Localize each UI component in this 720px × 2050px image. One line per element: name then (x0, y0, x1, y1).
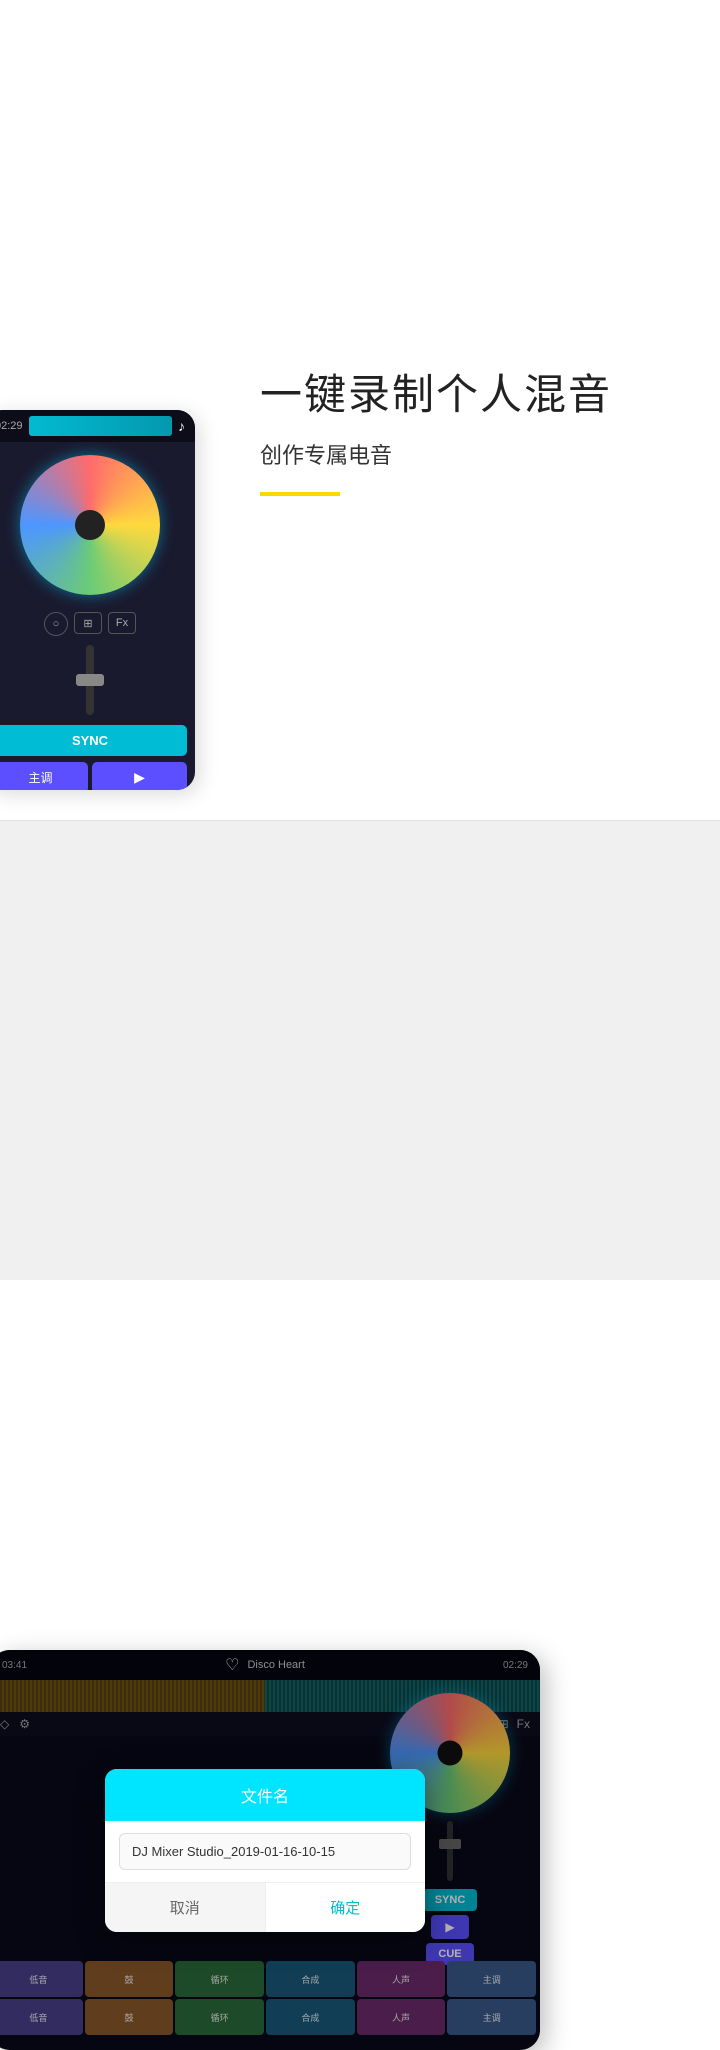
tablet-bottom: 03:41 ♡ Disco Heart 02:29 ◇ ⚙ ○ ⊞ Fx (0, 1650, 540, 2050)
sync-button[interactable]: SYNC (0, 725, 187, 756)
loop-btn[interactable]: ○ (44, 612, 68, 636)
tablet-top: 02:29 ♪ ○ ⊞ Fx (0, 410, 195, 790)
section-separator (0, 820, 720, 821)
play-row: 主调 ▶ (0, 759, 195, 790)
vinyl-disc (20, 455, 160, 595)
dialog-box: 文件名 取消 确定 (105, 1769, 425, 1932)
tablet-header: 02:29 ♪ (0, 410, 195, 442)
dialog-input-area (105, 1821, 425, 1882)
fader-track (86, 645, 94, 715)
vinyl-disc-area (15, 450, 165, 600)
tablet-top-inner: 02:29 ♪ ○ ⊞ Fx (0, 410, 195, 790)
dialog-title: 文件名 (241, 1789, 289, 1806)
tablet-waveform (29, 416, 172, 436)
top-section: 一键录制个人混音 创作专属电音 02:29 ♪ ○ ⊞ Fx (0, 0, 720, 820)
dialog-overlay: 文件名 取消 确定 (0, 1650, 540, 2050)
tablet-bottom-inner: 03:41 ♡ Disco Heart 02:29 ◇ ⚙ ○ ⊞ Fx (0, 1650, 540, 2050)
bottom-section: 03:41 ♡ Disco Heart 02:29 ◇ ⚙ ○ ⊞ Fx (0, 820, 720, 1280)
fx-btn[interactable]: Fx (108, 612, 136, 634)
heading-area: 一键录制个人混音 创作专属电音 (260, 370, 710, 496)
sub-title: 创作专属电音 (260, 438, 710, 470)
eq-btn[interactable]: ⊞ (74, 612, 102, 634)
vinyl-center (75, 510, 105, 540)
small-controls-row: ○ ⊞ Fx (0, 608, 195, 640)
dialog-title-bar: 文件名 (105, 1769, 425, 1821)
zhudiao1-button[interactable]: 主调 (0, 762, 88, 790)
fader-area (0, 640, 195, 720)
sync-row: SYNC (0, 722, 195, 759)
dialog-cancel-button[interactable]: 取消 (105, 1883, 266, 1932)
note-icon: ♪ (178, 418, 185, 434)
play-button[interactable]: ▶ (92, 762, 187, 790)
fader-handle[interactable] (76, 674, 104, 686)
dialog-confirm-button[interactable]: 确定 (266, 1883, 426, 1932)
dialog-buttons: 取消 确定 (105, 1882, 425, 1932)
main-title: 一键录制个人混音 (260, 370, 710, 420)
yellow-line-decoration (260, 492, 340, 496)
tablet-time: 02:29 (0, 420, 23, 432)
dialog-filename-input[interactable] (119, 1833, 411, 1870)
